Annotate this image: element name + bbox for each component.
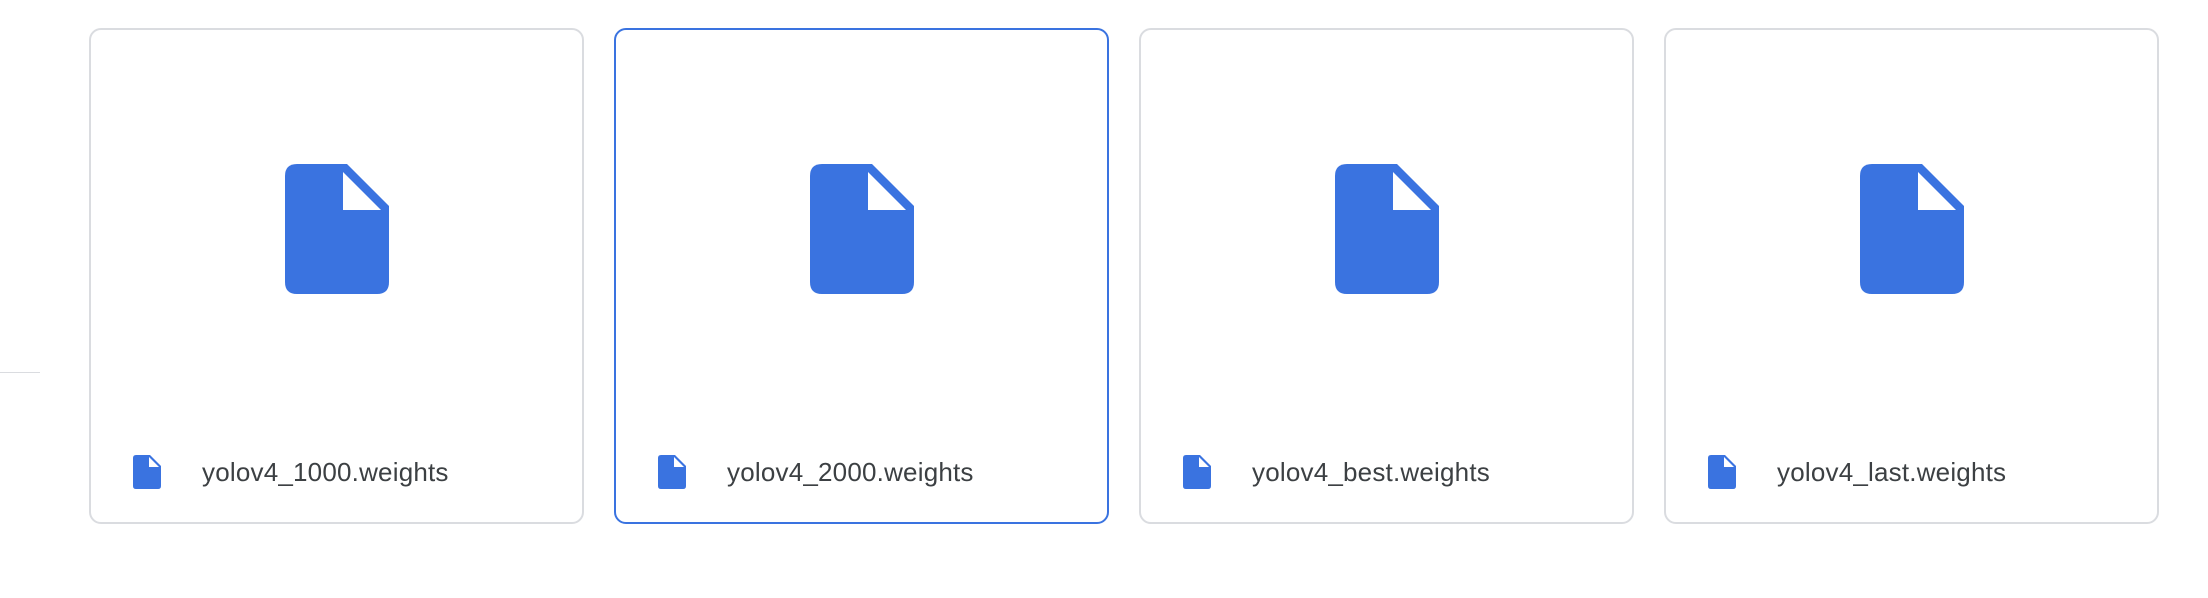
document-icon: [1859, 164, 1964, 294]
file-card-footer: yolov4_best.weights: [1141, 422, 1632, 522]
document-icon: [809, 164, 914, 294]
file-preview: [1141, 30, 1632, 430]
file-card-footer: yolov4_2000.weights: [616, 422, 1107, 522]
file-name: yolov4_1000.weights: [202, 456, 449, 487]
document-icon: [284, 164, 389, 294]
document-icon: [133, 455, 161, 489]
document-icon: [1334, 164, 1439, 294]
file-card[interactable]: yolov4_best.weights: [1139, 28, 1634, 524]
document-icon: [1183, 455, 1211, 489]
sidebar-divider: [0, 372, 40, 373]
file-preview: [1666, 30, 2157, 430]
file-name: yolov4_best.weights: [1252, 456, 1490, 487]
file-preview: [91, 30, 582, 430]
file-card-selected[interactable]: yolov4_2000.weights: [614, 28, 1109, 524]
file-name: yolov4_last.weights: [1777, 456, 2007, 487]
file-grid: yolov4_1000.weights yolov4_2000.weights: [89, 28, 2159, 524]
document-icon: [1708, 455, 1736, 489]
file-name: yolov4_2000.weights: [727, 456, 974, 487]
file-card-footer: yolov4_1000.weights: [91, 422, 582, 522]
file-card-footer: yolov4_last.weights: [1666, 422, 2157, 522]
file-card[interactable]: yolov4_1000.weights: [89, 28, 584, 524]
document-icon: [658, 455, 686, 489]
file-card[interactable]: yolov4_last.weights: [1664, 28, 2159, 524]
file-preview: [616, 30, 1107, 430]
